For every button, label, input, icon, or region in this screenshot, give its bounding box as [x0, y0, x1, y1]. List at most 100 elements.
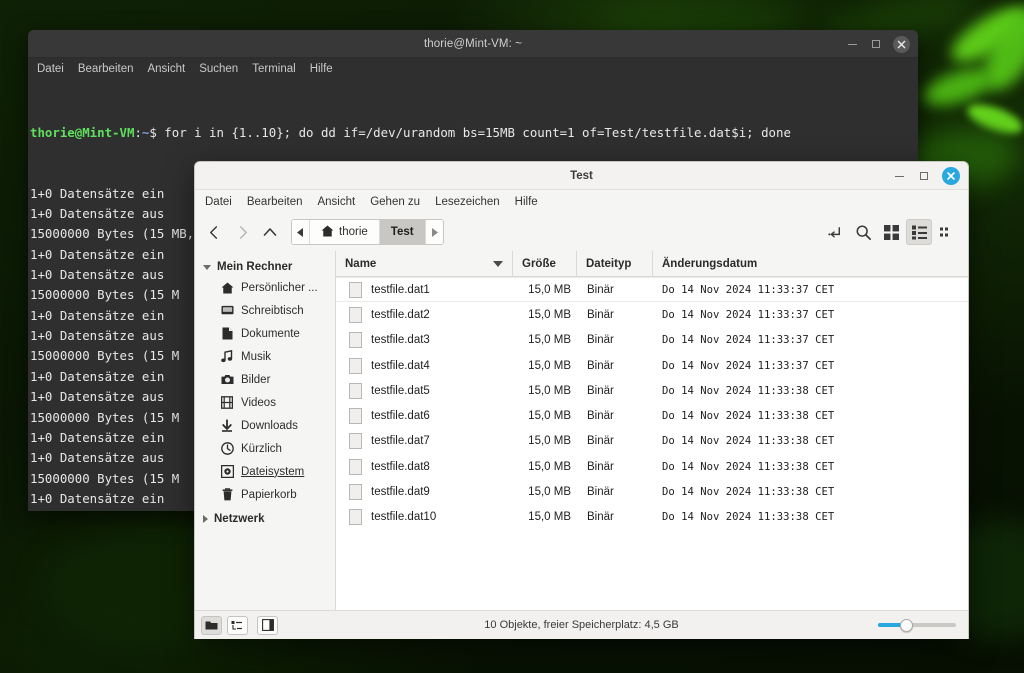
sidebar-item-label: Dokumente — [241, 327, 300, 340]
sidebar-item-schreibtisch[interactable]: Schreibtisch — [195, 299, 335, 322]
file-manager-maximize-button[interactable] — [917, 169, 931, 183]
fm-menu-datei[interactable]: Datei — [205, 196, 232, 208]
breadcrumb-prev-button[interactable] — [292, 220, 310, 244]
sidebar-item-downloads[interactable]: Downloads — [195, 414, 335, 437]
file-manager-toolbar[interactable]: thorie Test — [195, 213, 968, 251]
table-row[interactable]: testfile.dat7 15,0 MB Binär Do 14 Nov 2024 … — [336, 429, 968, 454]
file-name: testfile.dat7 — [371, 435, 430, 448]
terminal-menu-suchen[interactable]: Suchen — [199, 63, 238, 75]
table-row[interactable]: testfile.dat4 15,0 MB Binär Do 14 Nov 2024 … — [336, 353, 968, 378]
table-row[interactable]: testfile.dat8 15,0 MB Binär Do 14 Nov 2024 … — [336, 454, 968, 479]
grid-view-icon[interactable] — [878, 219, 904, 245]
file-name-cell[interactable]: testfile.dat3 — [336, 328, 512, 353]
sidebar-item-dateisystem[interactable]: Dateisystem — [195, 460, 335, 483]
terminal-title: thorie@Mint-VM: ~ — [423, 37, 523, 50]
list-view-icon[interactable] — [906, 219, 932, 245]
fm-menu-bearbeiten[interactable]: Bearbeiten — [247, 196, 303, 208]
slider-handle[interactable] — [899, 618, 913, 632]
sidebar-item-pers-nlicher[interactable]: Persönlicher ... — [195, 276, 335, 299]
up-icon[interactable] — [257, 219, 283, 245]
file-size-cell: 15,0 MB — [528, 283, 571, 296]
treeview-icon[interactable] — [227, 615, 248, 635]
terminal-menu-bearbeiten[interactable]: Bearbeiten — [78, 63, 134, 75]
file-name-cell[interactable]: testfile.dat9 — [336, 479, 512, 504]
file-name-cell[interactable]: testfile.dat10 — [336, 505, 512, 530]
file-manager-close-button[interactable] — [942, 167, 960, 185]
fm-menu-ansicht[interactable]: Ansicht — [317, 196, 355, 208]
chevron-right-icon[interactable] — [203, 515, 208, 523]
terminal-close-button[interactable] — [893, 35, 910, 53]
file-name-cell[interactable]: testfile.dat8 — [336, 454, 512, 479]
chevron-down-icon[interactable] — [203, 264, 211, 270]
table-row[interactable]: testfile.dat1 15,0 MB Binär Do 14 Nov 2024 … — [336, 277, 968, 302]
sidebar-item-k-rzlich[interactable]: Kürzlich — [195, 437, 335, 460]
places-icon[interactable] — [201, 615, 222, 635]
column-header-size[interactable]: Größe — [512, 250, 576, 277]
toggle-sidebar-icon[interactable] — [257, 615, 278, 635]
breadcrumb-item-thorie[interactable]: thorie — [310, 220, 380, 244]
sidebar-group-mein-rechner[interactable]: Mein Rechner — [195, 258, 335, 276]
table-row[interactable]: testfile.dat5 15,0 MB Binär Do 14 Nov 2024 … — [336, 378, 968, 403]
sidebar-item-label: Persönlicher ... — [241, 281, 318, 294]
desktop-icon — [220, 305, 234, 317]
file-name-cell[interactable]: testfile.dat5 — [336, 378, 512, 403]
zoom-slider[interactable] — [878, 618, 956, 632]
sort-descending-icon[interactable] — [493, 260, 503, 267]
terminal-menu-datei[interactable]: Datei — [37, 63, 64, 75]
file-manager-titlebar[interactable]: Test — [195, 162, 968, 190]
table-row[interactable]: testfile.dat3 15,0 MB Binär Do 14 Nov 2024 … — [336, 328, 968, 353]
sidebar-group-label: Netzwerk — [214, 513, 265, 525]
file-size-cell: 15,0 MB — [528, 410, 571, 423]
terminal-menubar[interactable]: Datei Bearbeiten Ansicht Suchen Terminal… — [28, 58, 918, 80]
fm-menu-hilfe[interactable]: Hilfe — [515, 196, 538, 208]
home-icon — [220, 282, 234, 294]
column-header-name[interactable]: Name — [336, 251, 512, 277]
terminal-minimize-button[interactable] — [845, 37, 859, 51]
terminal-maximize-button[interactable] — [869, 37, 883, 51]
file-list-rows[interactable]: testfile.dat1 15,0 MB Binär Do 14 Nov 2024 … — [336, 277, 968, 530]
table-row[interactable]: testfile.dat6 15,0 MB Binär Do 14 Nov 2024 … — [336, 403, 968, 428]
sidebar-item-bilder[interactable]: Bilder — [195, 368, 335, 391]
fm-menu-gehen-zu[interactable]: Gehen zu — [370, 196, 420, 208]
toggle-location-icon[interactable] — [822, 219, 848, 245]
file-manager-window[interactable]: Test Datei Bearbeiten Ansicht Gehen zu L… — [194, 161, 969, 639]
compact-view-icon[interactable] — [934, 219, 960, 245]
file-name-cell[interactable]: testfile.dat7 — [336, 429, 512, 454]
sidebar-group-netzwerk[interactable]: Netzwerk — [195, 506, 335, 528]
forward-icon[interactable] — [229, 219, 255, 245]
table-row[interactable]: testfile.dat10 15,0 MB Binär Do 14 Nov 2024… — [336, 505, 968, 530]
back-icon[interactable] — [201, 219, 227, 245]
file-name: testfile.dat10 — [371, 511, 437, 524]
file-manager-minimize-button[interactable] — [892, 169, 906, 183]
fm-menu-lesezeichen[interactable]: Lesezeichen — [435, 196, 500, 208]
file-name-cell[interactable]: testfile.dat1 — [336, 277, 512, 302]
file-name-cell[interactable]: testfile.dat6 — [336, 403, 512, 428]
column-header-date[interactable]: Änderungsdatum — [652, 250, 968, 277]
file-list[interactable]: Name Größe Dateityp Änderungsdatum testf… — [336, 250, 968, 610]
terminal-menu-hilfe[interactable]: Hilfe — [310, 63, 333, 75]
sidebar-item-musik[interactable]: Musik — [195, 345, 335, 368]
breadcrumb[interactable]: thorie Test — [291, 219, 444, 245]
column-header-type[interactable]: Dateityp — [576, 250, 652, 277]
sidebar-item-dokumente[interactable]: Dokumente — [195, 322, 335, 345]
file-name-cell[interactable]: testfile.dat2 — [336, 302, 512, 327]
sidebar-item-videos[interactable]: Videos — [195, 391, 335, 414]
status-bar[interactable]: 10 Objekte, freier Speicherplatz: 4,5 GB — [195, 610, 968, 639]
file-name-cell[interactable]: testfile.dat4 — [336, 353, 512, 378]
terminal-menu-terminal[interactable]: Terminal — [252, 63, 295, 75]
terminal-menu-ansicht[interactable]: Ansicht — [147, 63, 185, 75]
breadcrumb-item-test[interactable]: Test — [379, 220, 426, 244]
search-icon[interactable] — [850, 219, 876, 245]
table-row[interactable]: testfile.dat2 15,0 MB Binär Do 14 Nov 2024 … — [336, 302, 968, 327]
file-date-cell: Do 14 Nov 2024 11:33:38 CET — [662, 410, 835, 423]
sidebar-item-papierkorb[interactable]: Papierkorb — [195, 483, 335, 506]
file-name: testfile.dat9 — [371, 486, 430, 499]
sidebar[interactable]: Mein Rechner Persönlicher ... Schreibtisc… — [195, 251, 336, 610]
file-manager-menubar[interactable]: Datei Bearbeiten Ansicht Gehen zu Leseze… — [195, 190, 968, 213]
breadcrumb-next-button[interactable] — [425, 220, 443, 244]
terminal-titlebar[interactable]: thorie@Mint-VM: ~ — [28, 30, 918, 58]
file-date-cell: Do 14 Nov 2024 11:33:38 CET — [662, 486, 835, 499]
file-list-header[interactable]: Name Größe Dateityp Änderungsdatum — [336, 250, 968, 277]
file-date-cell: Do 14 Nov 2024 11:33:38 CET — [662, 435, 835, 448]
table-row[interactable]: testfile.dat9 15,0 MB Binär Do 14 Nov 2024 … — [336, 479, 968, 504]
